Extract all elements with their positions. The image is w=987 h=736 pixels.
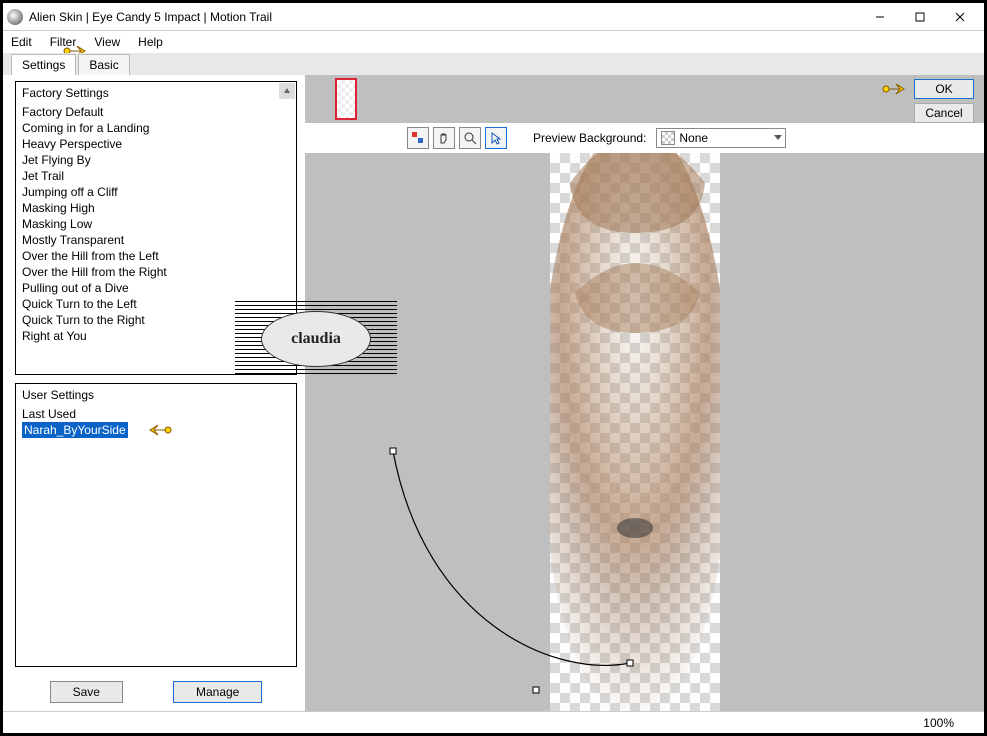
- toolbar: Preview Background: None OK Cancel: [305, 123, 984, 153]
- preview-bg-value: None: [679, 131, 708, 145]
- user-item[interactable]: Narah_ByYourSide: [22, 422, 128, 438]
- tab-settings[interactable]: Settings: [11, 54, 76, 75]
- manage-button[interactable]: Manage: [173, 681, 262, 703]
- preview-bg-label: Preview Background:: [533, 131, 646, 145]
- maximize-button[interactable]: [900, 5, 940, 29]
- tabbar: Settings Basic: [3, 53, 984, 75]
- close-button[interactable]: [940, 5, 980, 29]
- chevron-down-icon: [773, 131, 783, 145]
- app-icon: [7, 9, 23, 25]
- menu-view[interactable]: View: [94, 35, 120, 49]
- tab-basic[interactable]: Basic: [78, 54, 129, 75]
- preview-canvas[interactable]: [305, 153, 984, 711]
- factory-item[interactable]: Over the Hill from the Right: [22, 264, 290, 280]
- factory-settings-header: Factory Settings: [16, 82, 296, 104]
- thumbnail-selected[interactable]: [335, 78, 357, 120]
- minimize-button[interactable]: [860, 5, 900, 29]
- ok-button[interactable]: OK: [914, 79, 974, 99]
- zoom-tool[interactable]: [459, 127, 481, 149]
- menu-edit[interactable]: Edit: [11, 35, 32, 49]
- factory-item[interactable]: Jet Flying By: [22, 152, 290, 168]
- factory-item[interactable]: Masking Low: [22, 216, 290, 232]
- save-button[interactable]: Save: [50, 681, 123, 703]
- factory-item[interactable]: Heavy Perspective: [22, 136, 290, 152]
- motion-trail-preview: [550, 153, 720, 711]
- factory-item[interactable]: Right at You: [22, 328, 290, 344]
- statusbar: 100%: [3, 711, 984, 733]
- factory-item[interactable]: Over the Hill from the Left: [22, 248, 290, 264]
- factory-item[interactable]: Jumping off a Cliff: [22, 184, 290, 200]
- factory-item[interactable]: Jet Trail: [22, 168, 290, 184]
- hand-tool[interactable]: [433, 127, 455, 149]
- transparency-swatch-icon: [661, 131, 675, 145]
- factory-item[interactable]: Coming in for a Landing: [22, 120, 290, 136]
- menu-help[interactable]: Help: [138, 35, 163, 49]
- cancel-button[interactable]: Cancel: [914, 103, 974, 123]
- user-settings-header: User Settings: [16, 384, 296, 406]
- pointer-hand-icon: [144, 420, 172, 440]
- pointer-tool[interactable]: [485, 127, 507, 149]
- menubar: Edit Filter View Help: [3, 31, 984, 53]
- preview-bg-combo[interactable]: None: [656, 128, 786, 148]
- window-title: Alien Skin | Eye Candy 5 Impact | Motion…: [29, 10, 860, 24]
- factory-settings-list[interactable]: Factory Settings Factory DefaultComing i…: [15, 81, 297, 375]
- factory-item[interactable]: Quick Turn to the Left: [22, 296, 290, 312]
- factory-item[interactable]: Quick Turn to the Right: [22, 312, 290, 328]
- color-picker-tool[interactable]: [407, 127, 429, 149]
- pointer-hand-icon: [882, 79, 910, 99]
- factory-item[interactable]: Masking High: [22, 200, 290, 216]
- user-settings-list[interactable]: User Settings Last UsedNarah_ByYourSide: [15, 383, 297, 667]
- factory-item[interactable]: Mostly Transparent: [22, 232, 290, 248]
- settings-panel: Factory Settings Factory DefaultComing i…: [3, 75, 305, 711]
- scroll-up-icon[interactable]: [279, 83, 295, 99]
- factory-item[interactable]: Factory Default: [22, 104, 290, 120]
- zoom-level: 100%: [923, 716, 954, 730]
- factory-item[interactable]: Pulling out of a Dive: [22, 280, 290, 296]
- titlebar: Alien Skin | Eye Candy 5 Impact | Motion…: [3, 3, 984, 31]
